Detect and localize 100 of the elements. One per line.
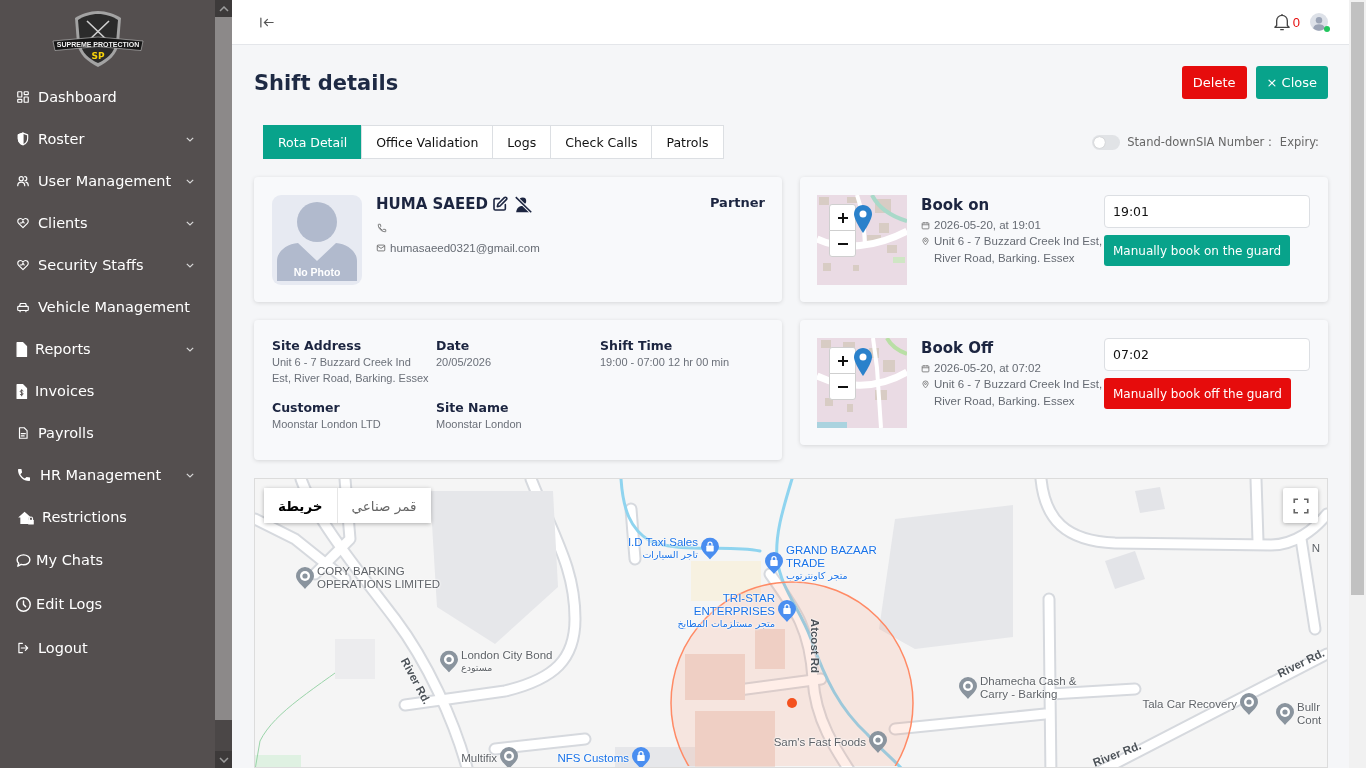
tab[interactable]: Logs: [492, 125, 552, 159]
stand-down-toggle[interactable]: [1092, 134, 1121, 150]
users-icon: [16, 174, 30, 188]
map-pin-icon[interactable]: [1276, 703, 1294, 725]
map-pin-icon[interactable]: [959, 677, 977, 699]
place-label: Bullr Cont: [1297, 701, 1323, 727]
car-icon: [16, 300, 30, 314]
tab[interactable]: Patrols: [651, 125, 724, 159]
sidebar-item[interactable]: Payrolls: [0, 412, 215, 454]
fullscreen-button[interactable]: [1283, 488, 1318, 523]
sidebar-item[interactable]: Logout: [0, 626, 215, 670]
fullscreen-icon: [1291, 496, 1310, 515]
road-label: River Rd.: [1275, 646, 1327, 680]
field-value: Moonstar London LTD: [272, 417, 382, 432]
plus-icon: [837, 355, 848, 366]
place-label: NFS Customs: [557, 751, 629, 765]
map-pin-icon[interactable]: [296, 567, 314, 589]
file-icon: [14, 339, 29, 359]
sidebar-item[interactable]: Reports: [0, 328, 215, 370]
chevron-up-icon: [218, 5, 229, 12]
scroll-up-button[interactable]: [215, 0, 232, 17]
location-icon: [921, 380, 930, 389]
user-slash-icon[interactable]: [513, 195, 533, 213]
sidebar-item[interactable]: Clients: [0, 202, 215, 244]
place-label: Tala Car Recovery: [1142, 697, 1237, 711]
place-label: Dhamecha Cash & Carry - Barking: [980, 675, 1078, 701]
shopping-bag-pin-icon[interactable]: [778, 600, 796, 622]
delete-button[interactable]: Delete: [1181, 66, 1247, 99]
shopping-bag-pin-icon[interactable]: [765, 552, 783, 574]
map-type-button[interactable]: خريطة: [264, 488, 338, 523]
map-pin-icon[interactable]: [1240, 693, 1258, 715]
sidebar-item[interactable]: Invoices: [0, 370, 215, 412]
place-label: Sam's Fast Foods: [773, 735, 866, 749]
place-label-arabic: متجر كاونترتوب: [786, 570, 848, 582]
toggle-label: Stand-down: [1127, 135, 1196, 149]
scrollbar-thumb[interactable]: [215, 17, 232, 720]
scroll-down-button[interactable]: [215, 751, 232, 768]
sidebar-item[interactable]: Edit Logs: [0, 582, 215, 626]
minus-icon: [837, 242, 848, 245]
place-label: I.D Taxi Sales: [627, 535, 698, 549]
phone-icon: [16, 467, 32, 483]
sia-number-label: SIA Number :: [1195, 135, 1272, 149]
plus-icon: [837, 212, 848, 223]
zoom-out-button[interactable]: [829, 373, 856, 400]
book-off-button[interactable]: Manually book off the guard: [1104, 378, 1291, 409]
date-text: 2026-05-20, at 19:01: [934, 219, 1041, 231]
map-pin-icon[interactable]: [440, 650, 458, 672]
collapse-icon: [260, 16, 274, 28]
location-pin-icon: [854, 205, 872, 233]
photo-caption: No Photo: [292, 266, 342, 278]
map-type-button[interactable]: قمر صناعي: [337, 488, 431, 523]
sidebar-item[interactable]: Dashboard: [0, 76, 215, 118]
collapse-sidebar-button[interactable]: [260, 16, 274, 28]
book-on-title: Book on: [921, 196, 991, 214]
sidebar-item[interactable]: My Chats: [0, 538, 215, 582]
building: [685, 654, 745, 700]
page-title: Shift details: [254, 70, 399, 95]
tab[interactable]: Check Calls: [550, 125, 653, 159]
sidebar-item[interactable]: User Management: [0, 160, 215, 202]
sidebar-item[interactable]: Restrictions: [0, 496, 215, 538]
date-text: 2026-05-20, at 07:02: [934, 362, 1041, 374]
address-text: Unit 6 - 7 Buzzard Creek Ind Est, River Road, Barking. Essex: [934, 377, 1104, 409]
place-label: Multifix: [461, 751, 497, 765]
sidebar-item[interactable]: Security Staffs: [0, 244, 215, 286]
sidebar-item[interactable]: Roster: [0, 118, 215, 160]
shield-icon: [16, 132, 30, 146]
chat-icon: [15, 551, 32, 569]
tab[interactable]: Office Validation: [361, 125, 494, 159]
road-label: Atcost Rd: [809, 618, 821, 674]
zoom-in-button[interactable]: [829, 347, 856, 374]
time-input[interactable]: 07:02: [1104, 338, 1310, 371]
map-pin-icon[interactable]: [500, 747, 518, 767]
user-menu-button[interactable]: [1310, 13, 1328, 31]
building: [755, 629, 785, 669]
shopping-bag-pin-icon[interactable]: [632, 747, 650, 767]
field-value: 20/05/2026: [436, 355, 493, 370]
sidebar-item[interactable]: Vehicle Management: [0, 286, 215, 328]
grid-icon: [16, 90, 30, 104]
zoom-out-button[interactable]: [829, 230, 856, 257]
sidebar-item[interactable]: HR Management: [0, 454, 215, 496]
location-icon: [921, 237, 930, 246]
page-scrollbar[interactable]: [1349, 0, 1366, 768]
edit-icon[interactable]: [491, 196, 508, 212]
book-off-title: Book Off: [921, 339, 995, 357]
building: [335, 639, 375, 679]
heart-icon: [16, 216, 30, 230]
zoom-in-button[interactable]: [829, 204, 856, 231]
place-label-arabic: تاجر السيارات: [642, 548, 698, 561]
map-pin-icon[interactable]: [869, 731, 887, 753]
shopping-bag-pin-icon[interactable]: [701, 537, 719, 559]
time-input[interactable]: 19:01: [1104, 195, 1310, 228]
calendar-icon: [921, 220, 930, 230]
bell-icon: [1273, 13, 1290, 31]
place-label: TRI-STAR ENTERPRISES: [692, 592, 775, 618]
notifications-button[interactable]: 0: [1273, 13, 1300, 31]
building: [1105, 551, 1145, 589]
field-label: Site Name: [436, 400, 510, 415]
field-label: Customer: [272, 400, 341, 415]
road-label: River Rd.: [398, 655, 434, 707]
field-value: Moonstar London: [436, 417, 523, 432]
